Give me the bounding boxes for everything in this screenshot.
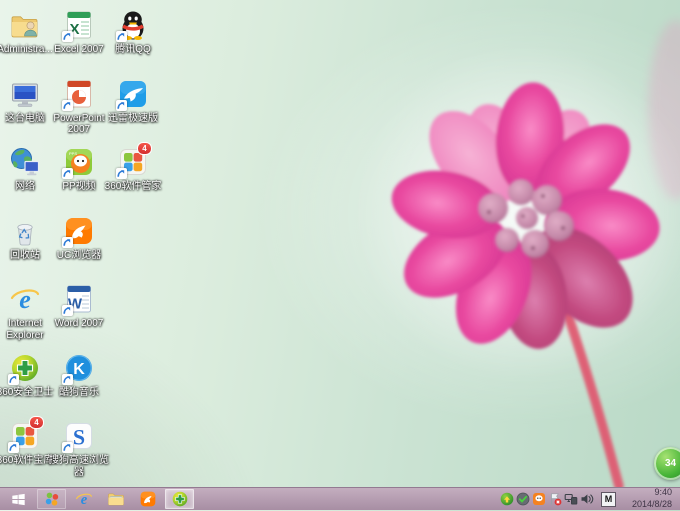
taskbar-button-uc-browser[interactable]: [133, 489, 162, 509]
shortcut-arrow-icon: [8, 374, 19, 385]
taskbar-clock[interactable]: 9:40 2014/8/28: [622, 487, 677, 510]
shortcut-arrow-icon: [62, 100, 73, 111]
tray-safe-status-icon[interactable]: [516, 492, 530, 506]
start-button[interactable]: [0, 488, 36, 510]
desktop-icon-tencent-qq[interactable]: 腾讯QQ: [101, 9, 165, 56]
360-safe-guard-icon: [171, 490, 189, 508]
svg-text:K: K: [73, 361, 85, 378]
svg-text:e: e: [19, 285, 31, 314]
internet-explorer-icon: e: [75, 490, 93, 508]
desktop-icon-label: 酷狗音乐: [47, 387, 111, 399]
shortcut-arrow-icon: [62, 168, 73, 179]
xunlei-speed-icon: [117, 78, 149, 110]
recycle-bin-icon: [9, 215, 41, 247]
tray-action-center-flag-icon[interactable]: [548, 492, 562, 506]
tray-volume-icon[interactable]: [580, 492, 594, 506]
notification-badge: 4: [29, 416, 44, 429]
shortcut-arrow-icon: [62, 305, 73, 316]
360-software-manager-icon: 4: [117, 146, 149, 178]
shortcut-arrow-icon: [116, 31, 127, 42]
desktop-icon-word-2007[interactable]: W Word 2007: [47, 283, 111, 330]
desktop-icon-kugou-music[interactable]: K 酷狗音乐: [47, 352, 111, 399]
desktop-icon-label: Word 2007: [47, 318, 111, 330]
taskbar-button-internet-explorer[interactable]: e: [69, 489, 98, 509]
desktop-icon-label: 腾讯QQ: [101, 44, 165, 56]
tencent-qq-icon: [117, 9, 149, 41]
desktop-icon-label: 360软件管家: [101, 181, 165, 193]
desktop-icon-label: UC浏览器: [47, 250, 111, 262]
taskbar-button-360-browser[interactable]: [37, 489, 66, 509]
windows-desktop: { "desktop": { "icons": [ {"id":"adminis…: [0, 0, 680, 510]
svg-text:PPS: PPS: [69, 151, 77, 156]
desktop-icon-uc-browser[interactable]: UC浏览器: [47, 215, 111, 262]
internet-explorer-icon: e: [9, 283, 41, 315]
shortcut-arrow-icon: [62, 237, 73, 248]
desktop-icon-label: 迅雷极速版: [101, 113, 165, 125]
taskbar: e M 9:40 2014/8/28: [0, 487, 680, 510]
administrator-icon: [9, 9, 41, 41]
word-2007-icon: W: [63, 283, 95, 315]
notification-badge: 4: [137, 142, 152, 155]
desktop-icon-xunlei-speed[interactable]: 迅雷极速版: [101, 78, 165, 125]
ime-indicator[interactable]: M: [601, 492, 616, 507]
powerpoint-2007-icon: [63, 78, 95, 110]
desktop-icon-grid: Administra...XExcel 2007腾讯QQ这台电脑PowerPoi…: [0, 0, 680, 488]
shortcut-arrow-icon: [116, 100, 127, 111]
tray-pp-assistant-icon[interactable]: [532, 492, 546, 506]
file-explorer-icon: [107, 490, 125, 508]
shortcut-arrow-icon: [116, 168, 127, 179]
360-acceleration-ball[interactable]: 34: [654, 447, 680, 480]
taskbar-button-file-explorer[interactable]: [101, 489, 130, 509]
uc-browser-icon: [63, 215, 95, 247]
this-pc-icon: [9, 78, 41, 110]
desktop-icon-sogou-browser[interactable]: S 搜狗高速浏览器: [47, 420, 111, 479]
uc-browser-icon: [139, 490, 157, 508]
shortcut-arrow-icon: [62, 442, 73, 453]
360-safe-guard-icon: [9, 352, 41, 384]
desktop-icon-360-software-manager[interactable]: 4 360软件管家: [101, 146, 165, 193]
start-icon: [10, 491, 27, 508]
taskbar-button-360-safe-guard[interactable]: [165, 489, 194, 509]
taskbar-buttons: e: [0, 488, 196, 510]
360-browser-icon: [43, 490, 61, 508]
network-icon: [9, 146, 41, 178]
360-software-store-icon: 4: [9, 420, 41, 452]
tray-icons: [500, 492, 594, 506]
desktop-icon-label: 搜狗高速浏览器: [47, 455, 111, 479]
accel-ball-value: 34: [665, 458, 676, 469]
kugou-music-icon: K: [63, 352, 95, 384]
tray-network-status-icon[interactable]: [564, 492, 578, 506]
clock-time: 9:40: [622, 487, 672, 499]
sogou-browser-icon: S: [63, 420, 95, 452]
excel-2007-icon: X: [63, 9, 95, 41]
shortcut-arrow-icon: [62, 31, 73, 42]
clock-date: 2014/8/28: [622, 499, 672, 511]
tray-360-antivirus-icon[interactable]: [500, 492, 514, 506]
svg-text:S: S: [73, 425, 85, 450]
pp-video-icon: PPS: [63, 146, 95, 178]
shortcut-arrow-icon: [8, 442, 19, 453]
shortcut-arrow-icon: [62, 374, 73, 385]
system-tray: M 9:40 2014/8/28: [500, 488, 680, 510]
